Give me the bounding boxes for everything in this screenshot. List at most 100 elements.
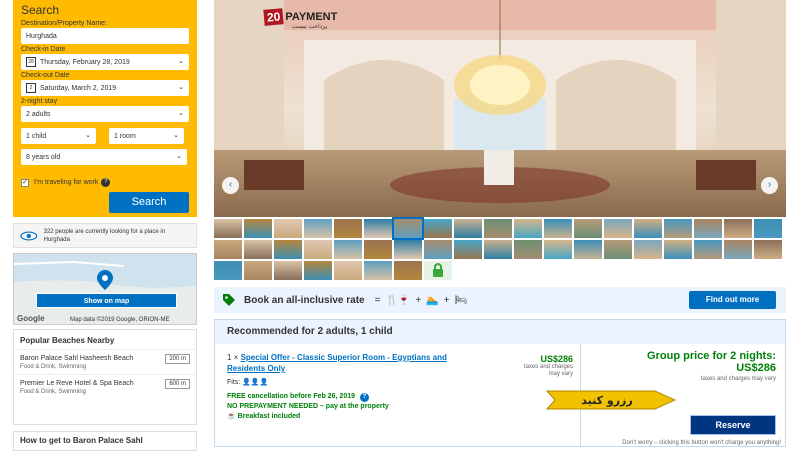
photo-thumbnail[interactable]: [392, 217, 424, 240]
photo-thumbnail[interactable]: [304, 261, 332, 280]
stay-label: 2-night stay: [21, 98, 58, 105]
photo-thumbnail[interactable]: [664, 240, 692, 259]
photo-thumbnail[interactable]: [334, 240, 362, 259]
show-on-map-button[interactable]: Show on map: [36, 293, 177, 308]
next-photo-button[interactable]: ›: [761, 177, 778, 194]
occupancy-icon: 👤👤👤: [242, 379, 269, 386]
photo-thumbnail[interactable]: [394, 261, 422, 280]
beach-category: Food & Drink, Swimming: [20, 389, 87, 395]
destination-value: Hurghada: [26, 32, 57, 40]
photo-thumbnail[interactable]: [694, 219, 722, 238]
photo-thumbnail[interactable]: [334, 261, 362, 280]
checkout-value: Saturday, March 2, 2019: [40, 84, 117, 92]
fits-row: Fits: 👤👤👤: [227, 377, 457, 388]
list-item[interactable]: Premier Le Reve Hotel & Spa Beach Food &…: [14, 375, 196, 399]
plus-sign: +: [415, 294, 422, 306]
main-photo[interactable]: ‹ ›: [214, 0, 786, 217]
photo-thumbnail[interactable]: [544, 219, 572, 238]
list-item[interactable]: Baron Palace Sahl Hasheesh Beach Food & …: [14, 350, 196, 375]
photo-thumbnail[interactable]: [214, 240, 242, 259]
photo-thumbnail[interactable]: [634, 240, 662, 259]
photo-thumbnail[interactable]: [574, 219, 602, 238]
rooms-select[interactable]: 1 room ⌄: [109, 128, 184, 144]
photo-thumbnail[interactable]: [304, 240, 332, 259]
price-value: US$286: [540, 354, 573, 364]
photo-thumbnail[interactable]: [244, 240, 272, 259]
photo-thumbnail[interactable]: [214, 219, 242, 238]
lock-icon: [424, 261, 452, 280]
beach-distance: 200 m: [165, 354, 190, 364]
photo-thumbnail[interactable]: [484, 219, 512, 238]
reserve-arrow-label: رزرو کنید: [545, 390, 677, 410]
map-attribution: Map data ©2019 Google, ORION-ME: [70, 317, 170, 323]
photo-thumbnail[interactable]: [274, 261, 302, 280]
children-select[interactable]: 1 child ⌄: [21, 128, 96, 144]
photo-thumbnail[interactable]: [274, 240, 302, 259]
work-checkbox[interactable]: ✓: [21, 178, 29, 187]
photo-thumbnail[interactable]: [634, 219, 662, 238]
search-panel: Search Destination/Property Name: Hurgha…: [13, 0, 197, 217]
help-icon[interactable]: ?: [101, 178, 111, 187]
photo-thumbnail[interactable]: [604, 219, 632, 238]
photo-thumbnail[interactable]: [724, 240, 752, 259]
breakfast-text: Breakfast included: [237, 413, 301, 420]
photo-thumbnail[interactable]: [484, 240, 512, 259]
checkin-value: Thursday, February 28, 2019: [40, 58, 130, 66]
plus-sign: +: [443, 294, 450, 306]
beaches-title: Popular Beaches Nearby: [14, 330, 196, 350]
checkout-select[interactable]: 2 Saturday, March 2, 2019 ⌄: [21, 80, 189, 96]
photo-thumbnail[interactable]: [754, 240, 782, 259]
google-logo: Google: [17, 314, 45, 323]
photo-thumbnail[interactable]: [364, 261, 392, 280]
find-out-more-button[interactable]: Find out more: [689, 291, 776, 309]
search-button[interactable]: Search: [109, 192, 189, 213]
chevron-down-icon: ⌄: [178, 84, 184, 91]
rooms-value: 1 room: [114, 132, 136, 140]
destination-input[interactable]: Hurghada: [21, 28, 189, 44]
photo-thumbnail[interactable]: [514, 240, 542, 259]
map-pin-icon: [97, 270, 113, 290]
chevron-down-icon: ⌄: [176, 153, 182, 160]
child-age-select[interactable]: 8 years old ⌄: [21, 149, 187, 165]
photo-thumbnail[interactable]: [364, 219, 392, 238]
photo-thumbnail[interactable]: [304, 219, 332, 238]
chevron-down-icon: ⌄: [173, 132, 179, 139]
reserve-disclaimer: Don't worry – clicking this button won't…: [622, 440, 781, 446]
info-icon[interactable]: ?: [359, 393, 369, 402]
previous-photo-button[interactable]: ‹: [222, 177, 239, 194]
photo-thumbnail[interactable]: [754, 219, 782, 238]
photo-thumbnail[interactable]: [694, 240, 722, 259]
lobby-image: [214, 0, 786, 217]
map-preview[interactable]: Show on map Google Map data ©2019 Google…: [13, 253, 197, 325]
photo-thumbnail[interactable]: [424, 219, 452, 238]
photo-thumbnail[interactable]: [244, 219, 272, 238]
checkin-select[interactable]: 28 Thursday, February 28, 2019 ⌄: [21, 54, 189, 70]
food-drink-icon: 🍴🍷: [385, 294, 411, 306]
all-inclusive-text: Book an all-inclusive rate: [244, 294, 365, 306]
recommended-panel: Recommended for 2 adults, 1 child 1 × Sp…: [214, 319, 786, 447]
reserve-button[interactable]: Reserve: [690, 415, 776, 435]
photo-thumbnail[interactable]: [544, 240, 572, 259]
photo-thumbnail[interactable]: [514, 219, 542, 238]
photo-thumbnail[interactable]: [364, 240, 392, 259]
adults-select[interactable]: 2 adults ⌄: [21, 106, 189, 122]
photo-thumbnail[interactable]: [244, 261, 272, 280]
photo-thumbnail[interactable]: [664, 219, 692, 238]
photo-thumbnail[interactable]: [394, 240, 422, 259]
room-name-link[interactable]: Special Offer - Classic Superior Room - …: [227, 353, 447, 373]
photo-thumbnail[interactable]: [724, 219, 752, 238]
photo-thumbnail[interactable]: [574, 240, 602, 259]
work-label: I'm traveling for work: [34, 179, 99, 186]
photo-thumbnail[interactable]: [214, 261, 242, 280]
photo-thumbnail[interactable]: [424, 240, 452, 259]
group-price-note: taxes and charges may vary: [700, 376, 776, 382]
child-age-value: 8 years old: [26, 153, 61, 161]
group-price-value: US$286: [736, 362, 776, 374]
destination-label: Destination/Property Name:: [21, 20, 107, 27]
photo-thumbnail[interactable]: [454, 219, 482, 238]
photo-thumbnail[interactable]: [334, 219, 362, 238]
chevron-down-icon: ⌄: [178, 58, 184, 65]
photo-thumbnail[interactable]: [604, 240, 632, 259]
photo-thumbnail[interactable]: [454, 240, 482, 259]
photo-thumbnail[interactable]: [274, 219, 302, 238]
